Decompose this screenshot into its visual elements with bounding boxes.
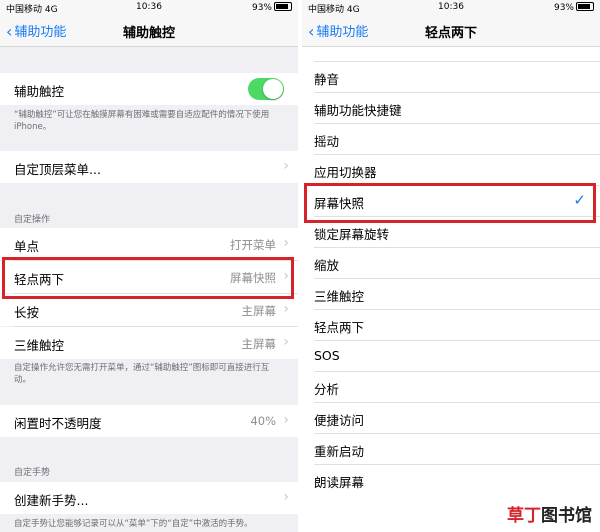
left-screen: 中国移动 4G 10:36 93% ‹ 辅助功能 辅助触控 辅助触控 “辅助触控”… xyxy=(0,0,298,532)
option-label: 静音 xyxy=(314,72,340,87)
assistive-touch-row: 辅助触控 xyxy=(0,73,298,105)
list-item[interactable]: SOS xyxy=(302,341,600,372)
action-row-single-tap[interactable]: 单点 打开菜单 › xyxy=(0,228,298,260)
watermark-part1: 草丁 xyxy=(507,506,541,526)
list-item-partial xyxy=(302,31,600,62)
action-value: 主屏幕 xyxy=(241,304,277,318)
list-item[interactable]: 静音 xyxy=(302,62,600,93)
action-label: 三维触控 xyxy=(14,338,65,353)
option-label: 缩放 xyxy=(314,258,340,273)
chevron-right-icon: › xyxy=(283,301,289,317)
idle-opacity-label: 闲置时不透明度 xyxy=(14,416,102,431)
action-label: 长按 xyxy=(14,305,40,320)
new-gesture-label: 创建新手势... xyxy=(14,493,89,508)
status-bar: 中国移动 4G 10:36 93% xyxy=(302,0,600,15)
option-label: 锁定屏幕旋转 xyxy=(314,227,390,242)
option-label: 辅助功能快捷键 xyxy=(314,103,402,118)
list-item[interactable]: 缩放 xyxy=(302,248,600,279)
custom-gestures-header: 自定手势 xyxy=(14,468,51,478)
list-item[interactable]: 应用切换器 xyxy=(302,155,600,186)
option-label: 分析 xyxy=(314,382,340,397)
list-item[interactable]: 朗读屏幕 xyxy=(302,465,600,496)
right-screen: 中国移动 4G 10:36 93% ‹ 辅助功能 轻点两下 静音 辅助功能快捷键 … xyxy=(302,0,600,532)
option-label: SOS xyxy=(314,348,340,363)
option-label: 轻点两下 xyxy=(314,320,365,335)
watermark: 草丁图书馆 xyxy=(507,501,592,526)
page-title: 辅助触控 xyxy=(122,26,175,41)
idle-opacity-row[interactable]: 闲置时不透明度 40% › xyxy=(0,405,298,437)
assistive-touch-toggle[interactable] xyxy=(248,78,284,100)
option-label: 应用切换器 xyxy=(314,165,377,180)
action-value: 打开菜单 xyxy=(230,238,276,252)
custom-gestures-note: 自定手势让您能够记录可以从“菜单”下的“自定”中激活的手势。 xyxy=(14,519,253,529)
chevron-right-icon: › xyxy=(283,158,289,174)
option-label: 摇动 xyxy=(314,134,340,149)
top-menu-row[interactable]: 自定顶层菜单... › xyxy=(0,151,298,183)
list-item[interactable]: 辅助功能快捷键 xyxy=(302,93,600,124)
option-label: 三维触控 xyxy=(314,289,365,304)
top-menu-label: 自定顶层菜单... xyxy=(14,162,101,177)
action-value: 主屏幕 xyxy=(241,337,277,351)
battery-icon xyxy=(576,2,594,11)
option-label: 朗读屏幕 xyxy=(314,475,365,490)
list-item[interactable]: 便捷访问 xyxy=(302,403,600,434)
assistive-touch-note: “辅助触控”可让您在触摸屏幕有困难或需要自适应配件的情况下使用 iPhone。 xyxy=(14,110,270,132)
highlight-box xyxy=(304,183,596,223)
list-item[interactable]: 重新启动 xyxy=(302,434,600,465)
highlight-box xyxy=(2,257,294,299)
battery-indicator: 93% xyxy=(554,2,594,13)
nav-bar: ‹ 辅助功能 辅助触控 xyxy=(0,14,298,47)
custom-actions-header: 自定操作 xyxy=(14,215,51,225)
toggle-knob xyxy=(263,79,283,99)
option-label: 便捷访问 xyxy=(314,413,365,428)
list-item[interactable]: 分析 xyxy=(302,372,600,403)
option-label: 重新启动 xyxy=(314,444,365,459)
status-bar: 中国移动 4G 10:36 93% xyxy=(0,0,298,15)
battery-indicator: 93% xyxy=(252,2,292,13)
chevron-right-icon: › xyxy=(283,235,289,251)
chevron-right-icon: › xyxy=(283,334,289,350)
list-item[interactable]: 三维触控 xyxy=(302,279,600,310)
action-label: 单点 xyxy=(14,239,40,254)
action-row-3d-touch[interactable]: 三维触控 主屏幕 › xyxy=(0,327,298,359)
battery-percent: 93% xyxy=(251,3,272,13)
screenshot-composite: 中国移动 4G 10:36 93% ‹ 辅助功能 辅助触控 辅助触控 “辅助触控”… xyxy=(0,0,600,532)
new-gesture-row[interactable]: 创建新手势... › xyxy=(0,482,298,514)
chevron-right-icon: › xyxy=(283,412,289,428)
chevron-right-icon: › xyxy=(283,489,289,505)
list-item[interactable]: 摇动 xyxy=(302,124,600,155)
custom-actions-note: 自定操作允许您无需打开菜单，通过“辅助触控”图标即可直接进行互动。 xyxy=(14,363,270,385)
idle-opacity-value: 40% xyxy=(250,414,276,428)
list-item[interactable]: 轻点两下 xyxy=(302,310,600,341)
assistive-touch-label: 辅助触控 xyxy=(14,84,65,99)
watermark-part2: 图书馆 xyxy=(541,506,592,526)
battery-percent: 93% xyxy=(553,3,574,13)
battery-icon xyxy=(274,2,292,11)
action-options-list: 静音 辅助功能快捷键 摇动 应用切换器 屏幕快照 ✓ 锁定屏幕旋转 缩放 三维触控… xyxy=(302,47,600,532)
